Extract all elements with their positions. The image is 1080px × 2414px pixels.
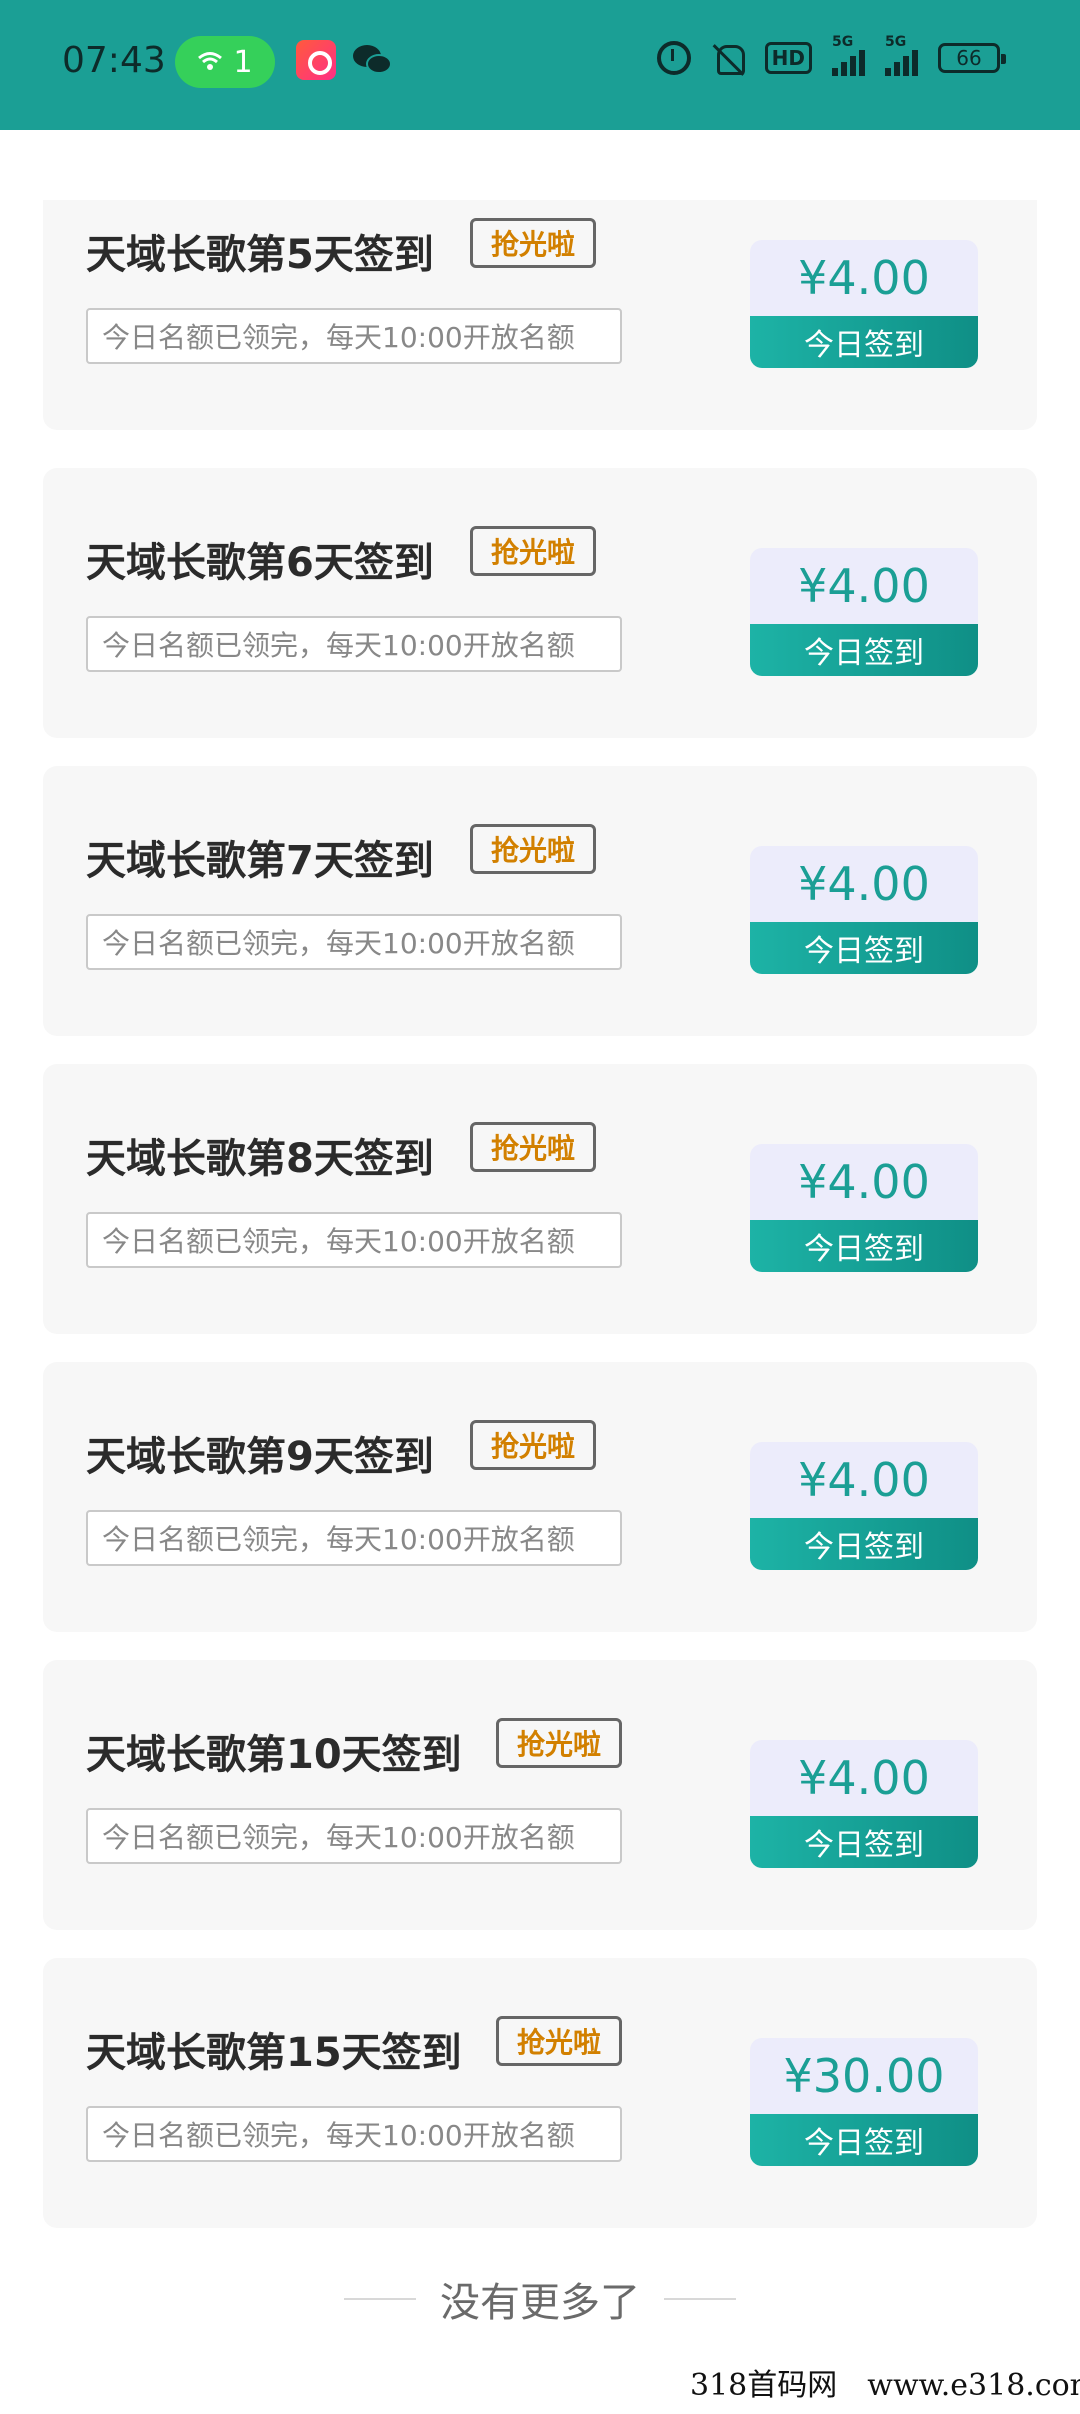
wifi-hotspot-pill[interactable]: 1 bbox=[175, 36, 275, 88]
signal-5g-icon: 5G bbox=[885, 34, 918, 76]
wechat-icon bbox=[350, 40, 394, 80]
price-box[interactable]: ¥4.00 今日签到 bbox=[750, 846, 978, 974]
sign-in-button[interactable]: 今日签到 bbox=[750, 922, 978, 974]
hd-icon: HD bbox=[764, 42, 812, 74]
sign-in-button[interactable]: 今日签到 bbox=[750, 2114, 978, 2166]
page-title: 天域长歌签到 bbox=[395, 140, 684, 196]
price-box[interactable]: ¥4.00 今日签到 bbox=[750, 1144, 978, 1272]
reward-price: ¥30.00 bbox=[750, 2038, 978, 2114]
battery-icon: 66 bbox=[938, 43, 1006, 73]
soldout-badge: 抢光啦 bbox=[470, 526, 597, 576]
card-title: 天域长歌第15天签到 bbox=[86, 2030, 462, 2076]
soldout-badge: 抢光啦 bbox=[470, 218, 597, 268]
quota-notice: 今日名额已领完，每天10:00开放名额 bbox=[86, 1212, 622, 1268]
reward-price: ¥4.00 bbox=[750, 548, 978, 624]
price-box[interactable]: ¥4.00 今日签到 bbox=[750, 1442, 978, 1570]
price-box[interactable]: ¥4.00 今日签到 bbox=[750, 1740, 978, 1868]
signin-card: 天域长歌第8天签到 抢光啦 今日名额已领完，每天10:00开放名额 ¥4.00 … bbox=[43, 1064, 1037, 1334]
reward-price: ¥4.00 bbox=[750, 1442, 978, 1518]
quota-notice: 今日名额已领完，每天10:00开放名额 bbox=[86, 308, 622, 364]
signin-card: 天域长歌第7天签到 抢光啦 今日名额已领完，每天10:00开放名额 ¥4.00 … bbox=[43, 766, 1037, 1036]
sign-in-button[interactable]: 今日签到 bbox=[750, 1816, 978, 1868]
soldout-badge: 抢光啦 bbox=[470, 1420, 597, 1470]
status-time: 07:43 bbox=[62, 40, 166, 81]
sign-in-button[interactable]: 今日签到 bbox=[750, 316, 978, 368]
soldout-badge: 抢光啦 bbox=[496, 1718, 623, 1768]
wifi-count: 1 bbox=[233, 44, 253, 80]
quota-notice: 今日名额已领完，每天10:00开放名额 bbox=[86, 1808, 622, 1864]
price-box[interactable]: ¥4.00 今日签到 bbox=[750, 240, 978, 368]
reward-price: ¥4.00 bbox=[750, 846, 978, 922]
price-box[interactable]: ¥4.00 今日签到 bbox=[750, 548, 978, 676]
no-more-text: 没有更多了 bbox=[440, 2280, 640, 2326]
quota-notice: 今日名额已领完，每天10:00开放名额 bbox=[86, 1510, 622, 1566]
divider-line bbox=[664, 2298, 736, 2300]
quota-notice: 今日名额已领完，每天10:00开放名额 bbox=[86, 914, 622, 970]
app-notification-icon bbox=[296, 40, 336, 80]
signin-card: 天域长歌第9天签到 抢光啦 今日名额已领完，每天10:00开放名额 ¥4.00 … bbox=[43, 1362, 1037, 1632]
status-bar: 07:43 1 HD 5G 5G 66 bbox=[0, 0, 1080, 130]
signin-list[interactable]: 天域长歌第5天签到 抢光啦 今日名额已领完，每天10:00开放名额 ¥4.00 … bbox=[0, 200, 1080, 2360]
reward-price: ¥4.00 bbox=[750, 240, 978, 316]
card-title: 天域长歌第8天签到 bbox=[86, 1136, 434, 1182]
reward-price: ¥4.00 bbox=[750, 1144, 978, 1220]
mute-bell-icon bbox=[711, 41, 745, 75]
card-title: 天域长歌第10天签到 bbox=[86, 1732, 462, 1778]
price-box[interactable]: ¥30.00 今日签到 bbox=[750, 2038, 978, 2166]
quota-notice: 今日名额已领完，每天10:00开放名额 bbox=[86, 2106, 622, 2162]
signal-5g-icon: 5G bbox=[832, 34, 865, 76]
sign-in-button[interactable]: 今日签到 bbox=[750, 1220, 978, 1272]
soldout-badge: 抢光啦 bbox=[470, 1122, 597, 1172]
signin-card: 天域长歌第5天签到 抢光啦 今日名额已领完，每天10:00开放名额 ¥4.00 … bbox=[43, 200, 1037, 430]
sign-in-button[interactable]: 今日签到 bbox=[750, 624, 978, 676]
watermark-text: 318首码网 www.e318.com bbox=[690, 2368, 1080, 2403]
signin-card: 天域长歌第10天签到 抢光啦 今日名额已领完，每天10:00开放名额 ¥4.00… bbox=[43, 1660, 1037, 1930]
quota-notice: 今日名额已领完，每天10:00开放名额 bbox=[86, 616, 622, 672]
list-footer: 没有更多了 bbox=[0, 2270, 1080, 2328]
card-title: 天域长歌第5天签到 bbox=[86, 232, 434, 278]
reward-price: ¥4.00 bbox=[750, 1740, 978, 1816]
system-icons: HD 5G 5G 66 bbox=[656, 34, 1006, 76]
wifi-icon bbox=[197, 45, 223, 80]
divider-line bbox=[344, 2298, 416, 2300]
signin-card: 天域长歌第6天签到 抢光啦 今日名额已领完，每天10:00开放名额 ¥4.00 … bbox=[43, 468, 1037, 738]
soldout-badge: 抢光啦 bbox=[496, 2016, 623, 2066]
card-title: 天域长歌第7天签到 bbox=[86, 838, 434, 884]
card-title: 天域长歌第6天签到 bbox=[86, 540, 434, 586]
sign-in-button[interactable]: 今日签到 bbox=[750, 1518, 978, 1570]
signin-card: 天域长歌第15天签到 抢光啦 今日名额已领完，每天10:00开放名额 ¥30.0… bbox=[43, 1958, 1037, 2228]
alarm-icon bbox=[656, 41, 691, 75]
soldout-badge: 抢光啦 bbox=[470, 824, 597, 874]
card-title: 天域长歌第9天签到 bbox=[86, 1434, 434, 1480]
